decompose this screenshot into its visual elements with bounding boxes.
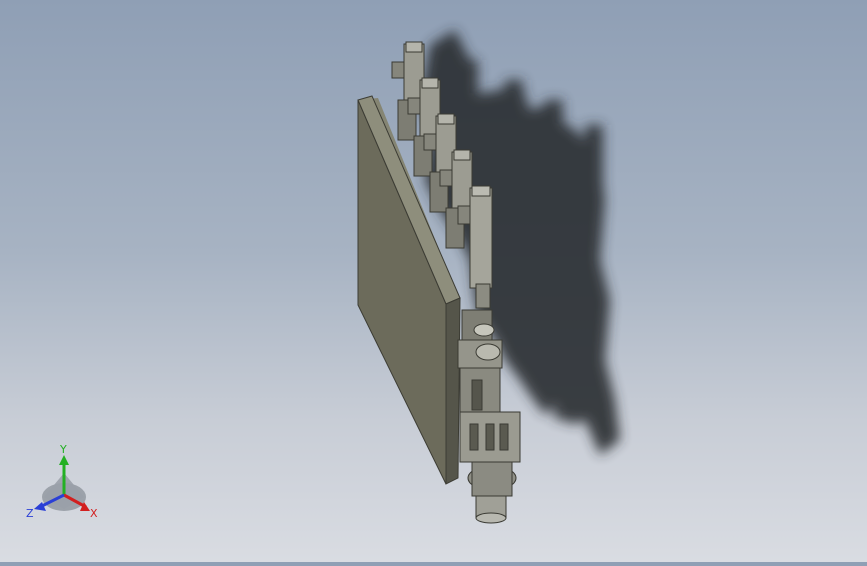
- x-axis-label: X: [90, 507, 98, 520]
- cylinder-1[interactable]: [391, 41, 425, 141]
- axis-triad: Y X Z: [22, 443, 112, 525]
- triad-graphic: Y X Z: [26, 443, 98, 520]
- cad-viewport[interactable]: Y X Z: [0, 0, 867, 562]
- z-axis-label: Z: [26, 507, 34, 520]
- y-axis-label: Y: [59, 445, 67, 456]
- model-view[interactable]: [0, 0, 867, 562]
